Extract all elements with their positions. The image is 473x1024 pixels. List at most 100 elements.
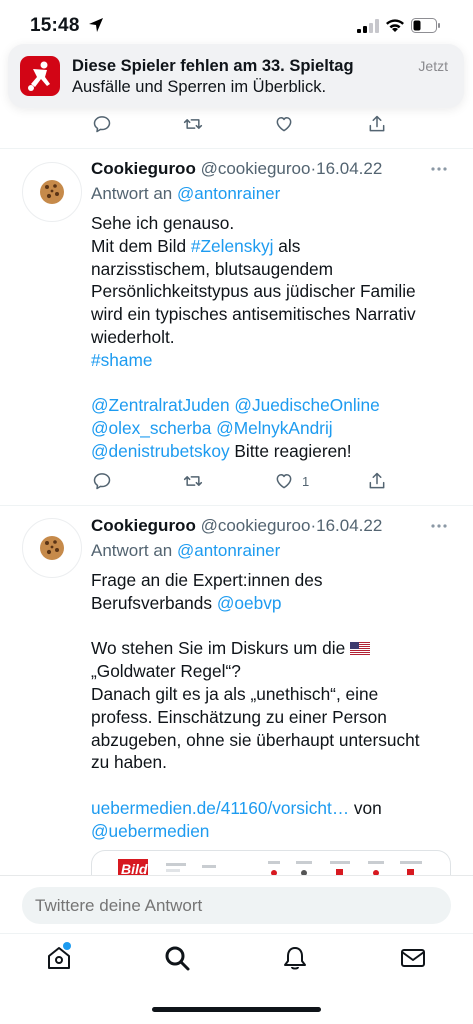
avatar[interactable] [22, 518, 82, 578]
author-name[interactable]: Cookieguroo [91, 159, 196, 178]
wifi-icon [386, 19, 404, 32]
text-segment: Berufsverbands [91, 592, 217, 613]
retweet-icon [183, 476, 203, 486]
tweet-header: Cookieguroo @cookieguroo·16.04.22 [91, 159, 453, 181]
reply-icon [93, 116, 111, 133]
status-bar: 15:48 [0, 0, 473, 48]
text-segment: Mit dem Bild [91, 235, 191, 256]
status-time: 15:48 [30, 15, 80, 36]
bundesliga-app-icon [20, 56, 60, 96]
mention-link[interactable]: @MelnykAndrij [216, 418, 332, 438]
notification-banner[interactable]: Diese Spieler fehlen am 33. Spieltag Aus… [8, 44, 464, 108]
tweet-header: Cookieguroo @cookieguroo·16.04.22 [91, 516, 453, 538]
like-icon [276, 117, 292, 132]
retweet-button[interactable] [183, 112, 203, 136]
home-indicator[interactable] [152, 1007, 321, 1012]
mention-link[interactable]: @oebvp [217, 593, 282, 613]
retweet-button[interactable] [183, 469, 203, 493]
share-icon [369, 472, 385, 489]
url-link[interactable]: uebermedien.de/41160/vorsicht… [91, 798, 349, 818]
text-line: profess. Einschätzung zu einer Person [91, 706, 387, 727]
more-options-icon[interactable] [431, 166, 447, 172]
notifications-icon [284, 947, 306, 970]
hashtag-link[interactable]: #shame [91, 350, 152, 370]
us-flag-icon [350, 642, 370, 656]
author-name[interactable]: Cookieguroo [91, 516, 196, 535]
reply-button[interactable] [92, 112, 112, 136]
player-silhouette-icon [28, 61, 50, 91]
like-button[interactable] [274, 112, 294, 136]
text-line: #shame [91, 349, 461, 372]
more-options-icon[interactable] [431, 523, 447, 529]
cookie-icon [40, 180, 64, 204]
author-handle[interactable]: @cookieguroo [201, 516, 311, 535]
hashtag-link[interactable]: #Zelenskyj [191, 236, 274, 256]
like-icon [276, 474, 292, 489]
messages-icon [401, 949, 425, 967]
text-segment: Wo stehen Sie im Diskurs um die [91, 638, 350, 659]
mention-link[interactable]: @ZentralratJuden [91, 395, 230, 415]
mention-link[interactable]: @JuedischeOnline [234, 395, 379, 415]
text-segment: als [273, 235, 301, 256]
text-line: Danach gilt es ja als „unethisch“, eine [91, 683, 379, 704]
unread-dot [63, 942, 71, 950]
text-line: @ZentralratJuden @JuedischeOnline [91, 394, 461, 417]
like-count: 1 [302, 473, 310, 489]
reply-input[interactable] [22, 887, 451, 924]
mention-link[interactable]: @uebermedien [91, 821, 209, 841]
text-segment: Bitte reagieren! [229, 440, 352, 461]
battery-icon [411, 18, 440, 33]
author-handle[interactable]: @cookieguroo [201, 159, 311, 178]
tweet-actions: 1 [92, 469, 392, 493]
share-button[interactable] [367, 112, 387, 136]
tweet-text: Sehe ich genauso. Mit dem Bild #Zelensky… [91, 212, 461, 463]
like-button[interactable]: 1 [274, 469, 309, 493]
share-icon [369, 115, 385, 132]
text-line: zu haben. [91, 752, 167, 773]
reply-to-handle[interactable]: @antonrainer [177, 184, 280, 203]
reply-prefix: Antwort an [91, 541, 173, 560]
mention-link[interactable]: @denistrubetskoy [91, 441, 230, 461]
notification-time: Jetzt [418, 58, 448, 74]
previous-tweet-actions [92, 112, 392, 136]
text-line: Wo stehen Sie im Diskurs um die [91, 637, 461, 660]
text-line: @uebermedien [91, 820, 461, 843]
reply-composer [0, 875, 473, 933]
tweet-date: 16.04.22 [316, 516, 383, 535]
text-line: Frage an die Expert:innen des [91, 570, 323, 590]
tab-messages[interactable] [399, 944, 431, 976]
location-arrow-icon [89, 18, 103, 32]
text-line: @olex_scherba @MelnykAndrij [91, 417, 461, 440]
text-segment: von [349, 797, 382, 818]
share-button[interactable] [367, 469, 387, 493]
text-line: Sehe ich genauso. [91, 213, 235, 233]
tweet-divider [0, 148, 473, 149]
text-line: wiederholt. [91, 326, 175, 347]
tweet-date: 16.04.22 [316, 159, 383, 178]
tweet-text: Frage an die Expert:innen des Berufsverb… [91, 569, 461, 843]
text-line: Persönlichkeitstypus aus jüdischer Famil… [91, 281, 416, 302]
cookie-icon [40, 536, 64, 560]
cellular-signal-icon [357, 19, 379, 33]
search-icon [165, 946, 190, 971]
text-line: narzisstischem, blutsaugendem [91, 258, 334, 279]
tweet-divider [0, 505, 473, 506]
reply-context: Antwort an @antonrainer [91, 541, 280, 561]
notification-body: Ausfälle und Sperren im Überblick. [72, 78, 327, 96]
text-line: wird ein typisches antisemitisches Narra… [91, 304, 416, 325]
reply-to-handle[interactable]: @antonrainer [177, 541, 280, 560]
tab-home[interactable] [45, 942, 77, 976]
text-line: Berufsverbands @oebvp [91, 592, 461, 615]
tab-search[interactable] [163, 944, 195, 976]
text-line: uebermedien.de/41160/vorsicht… von [91, 797, 461, 820]
reply-prefix: Antwort an [91, 184, 173, 203]
reply-icon [93, 473, 111, 490]
reply-context: Antwort an @antonrainer [91, 184, 280, 204]
reply-button[interactable] [92, 469, 112, 493]
mention-link[interactable]: @olex_scherba [91, 418, 211, 438]
tab-notifications[interactable] [281, 944, 313, 976]
notification-title: Diese Spieler fehlen am 33. Spieltag [72, 57, 354, 75]
avatar[interactable] [22, 162, 82, 222]
